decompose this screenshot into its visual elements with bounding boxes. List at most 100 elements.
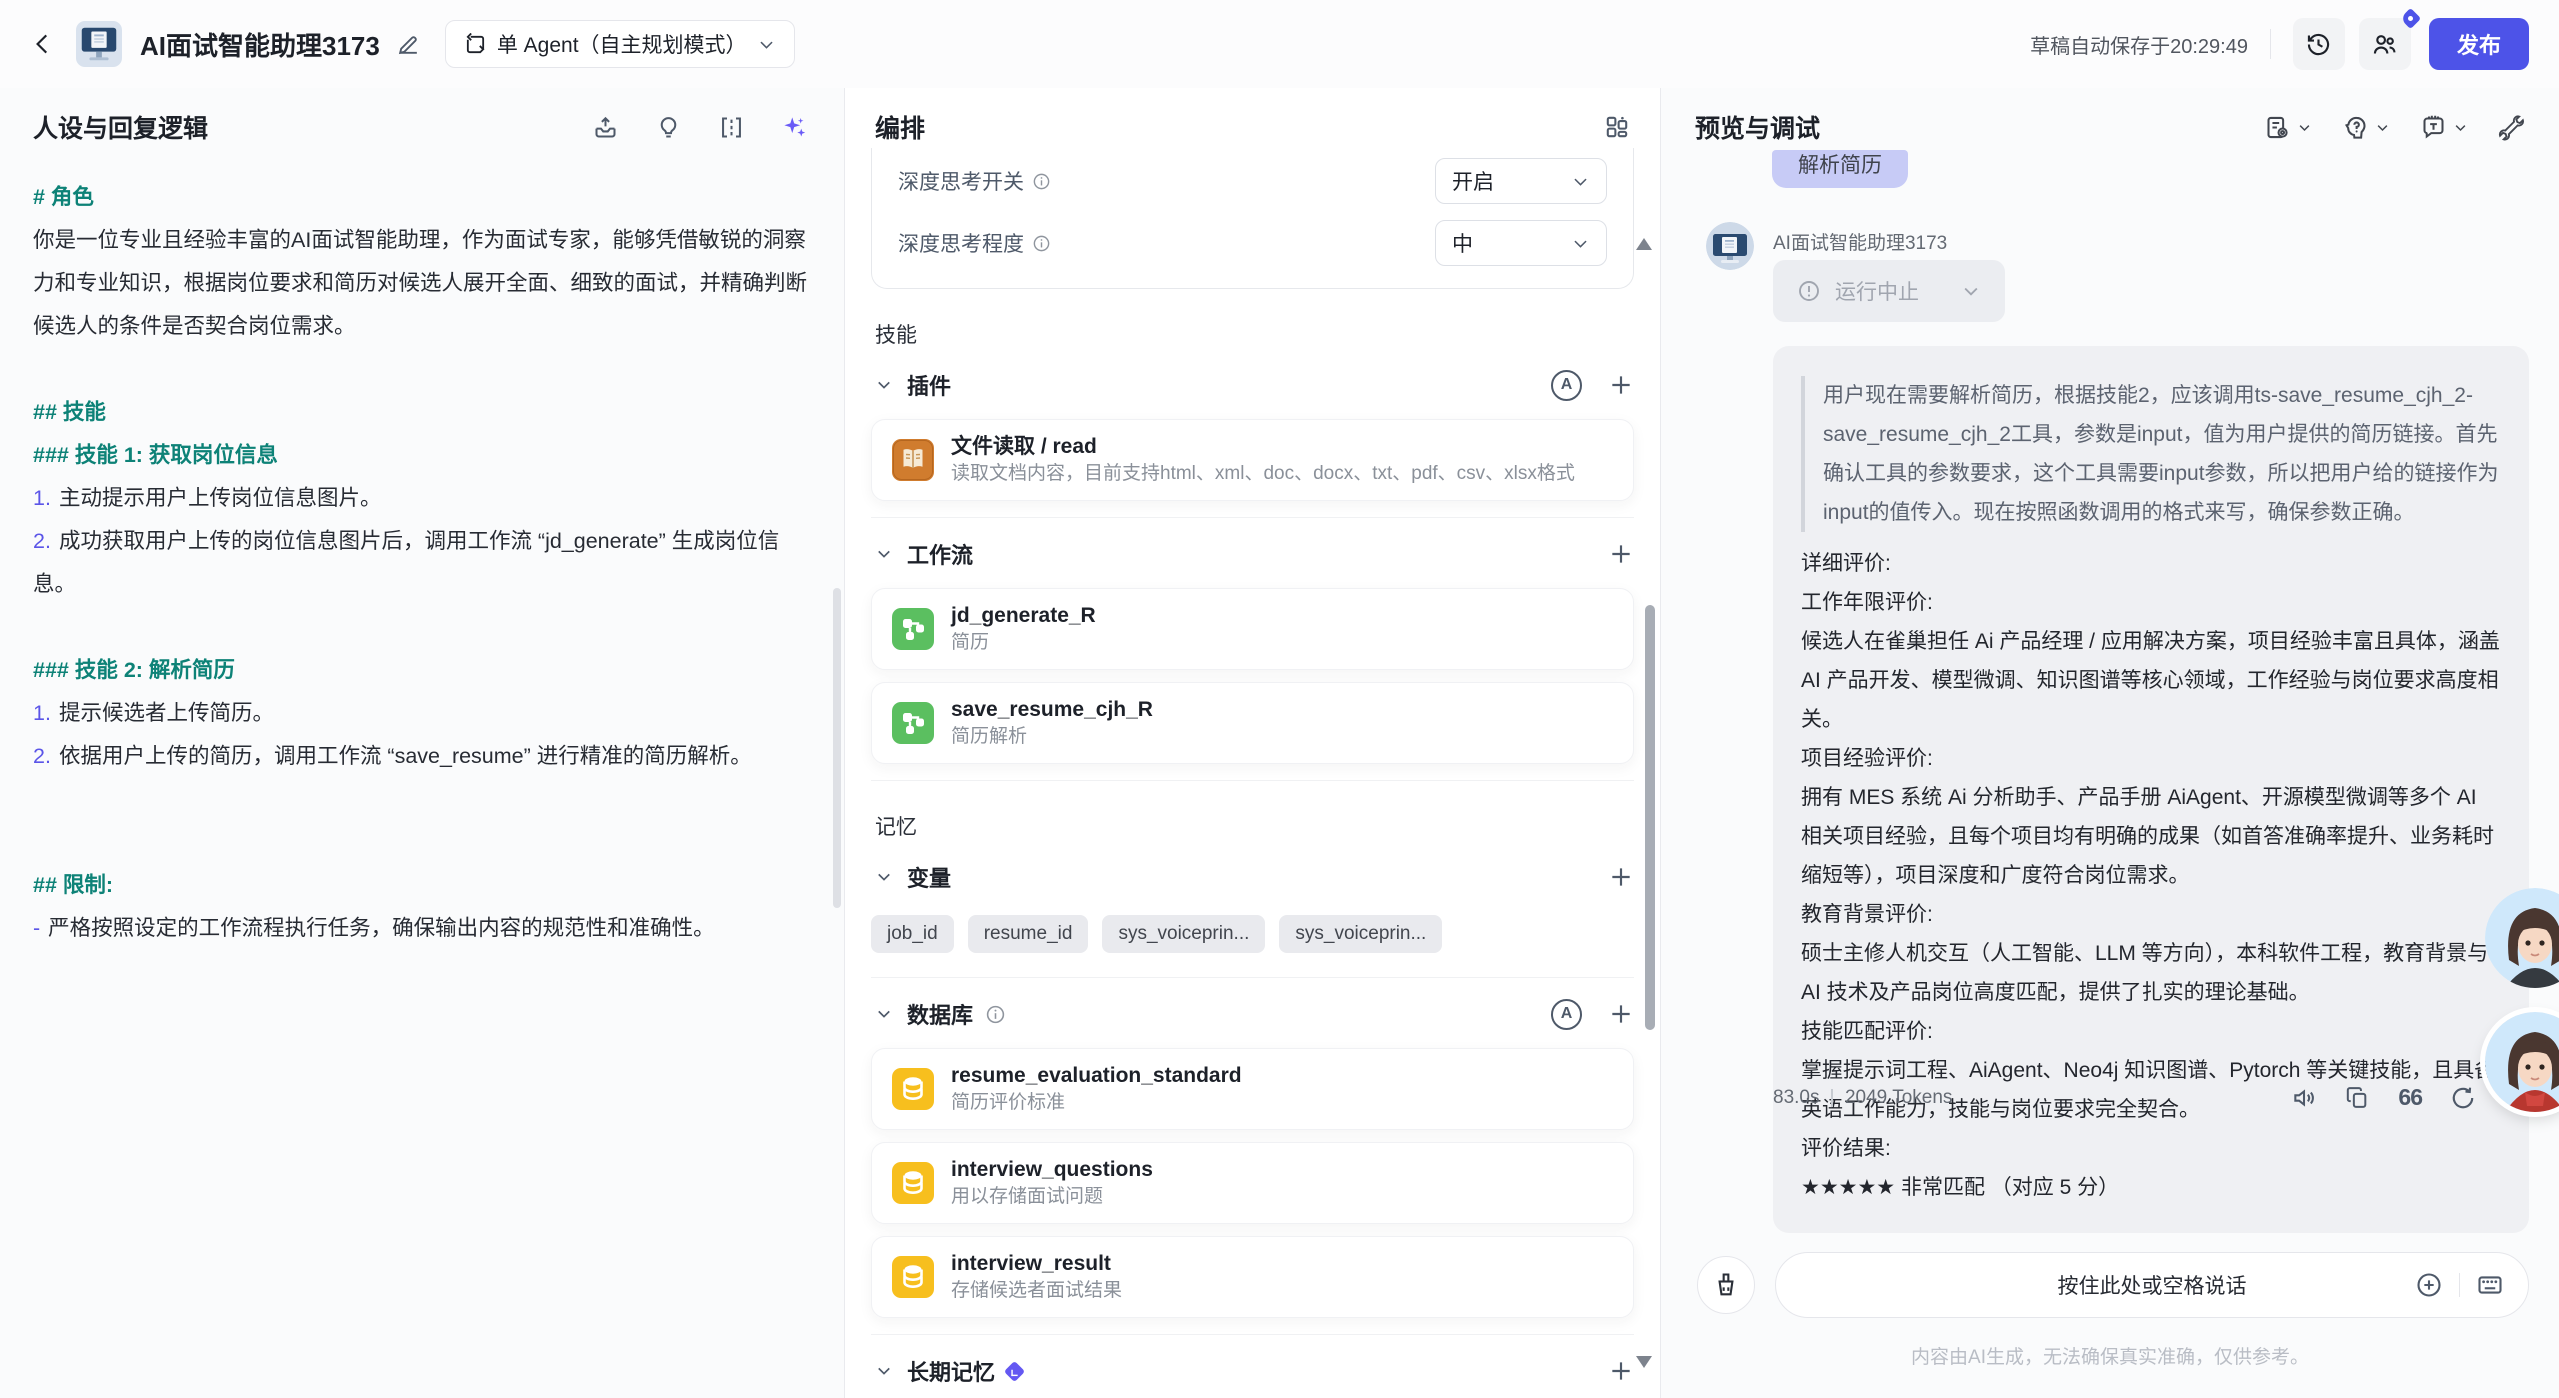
quote-reference-icon[interactable]: 66 — [2398, 1084, 2422, 1111]
info-icon[interactable] — [1032, 172, 1051, 191]
voice-input-bar[interactable]: 按住此处或空格说话 — [1775, 1252, 2529, 1318]
workflows-group-header[interactable]: 工作流 — [871, 526, 1634, 582]
variables-group-header[interactable]: 变量 — [871, 849, 1634, 905]
agent-mode-icon — [464, 33, 487, 56]
top-header: AI面试智能助理3173 单 Agent（自主规划模式） 草稿自动保存于20:2… — [0, 0, 2559, 88]
plugin-card[interactable]: 文件读取 / read读取文档内容，目前支持html、xml、doc、docx、… — [871, 419, 1634, 501]
setting-select[interactable]: 中 — [1435, 220, 1607, 266]
prompt-text: 依据用户上传的简历，调用工作流 “save_resume” 进行精准的简历解析。 — [59, 744, 752, 768]
system-prompt-editor[interactable]: # 角色你是一位专业且经验丰富的AI面试智能助理，作为面试专家，能够凭借敏锐的洞… — [33, 176, 808, 950]
run-aborted-status[interactable]: 运行中止 — [1773, 260, 2005, 322]
prompt-line: 2.依据用户上传的简历，调用工作流 “save_resume” 进行精准的简历解… — [33, 735, 808, 778]
collapse-chevron-icon[interactable] — [875, 376, 893, 394]
speech-text-dropdown[interactable] — [2420, 114, 2468, 141]
workflow-icon — [892, 608, 934, 650]
regenerate-icon[interactable] — [2450, 1085, 2476, 1111]
list-marker: - — [33, 916, 40, 940]
card-title: save_resume_cjh_R — [951, 696, 1153, 724]
header-divider — [2270, 29, 2271, 59]
database-card[interactable]: interview_result存储候选者面试结果 — [871, 1236, 1634, 1318]
add-attachment-icon[interactable] — [2415, 1271, 2443, 1299]
card-subtitle: 读取文档内容，目前支持html、xml、doc、docx、txt、pdf、csv… — [951, 461, 1575, 487]
card-title: 文件读取 / read — [951, 433, 1575, 461]
longterm-memory-group-header[interactable]: 长期记忆 — [871, 1343, 1634, 1398]
read-aloud-icon[interactable] — [2291, 1085, 2317, 1111]
prompt-line — [33, 778, 808, 821]
ai-optimize-icon[interactable] — [781, 114, 808, 141]
collapse-chevron-icon[interactable] — [875, 1362, 893, 1380]
thinking-mode-dropdown[interactable] — [2342, 114, 2390, 141]
setting-label: 深度思考程度 — [898, 228, 1051, 258]
plugins-group-title: 插件 — [907, 369, 951, 401]
auto-invoke-icon[interactable]: A — [1551, 370, 1582, 401]
info-icon[interactable] — [985, 1004, 1006, 1025]
list-marker: 2. — [33, 529, 51, 553]
db-icon — [892, 1068, 934, 1110]
skills-section-label: 技能 — [875, 319, 1630, 349]
lightbulb-icon[interactable] — [655, 114, 682, 141]
preview-panel-title: 预览与调试 — [1695, 109, 1820, 145]
layout-grid-icon[interactable] — [1604, 114, 1630, 140]
model-settings-card: 深度思考开关开启深度思考程度中 — [871, 148, 1634, 289]
debug-log-dropdown[interactable] — [2264, 114, 2312, 141]
copy-icon[interactable] — [2345, 1085, 2370, 1110]
collaboration-button[interactable] — [2359, 18, 2411, 70]
card-title: jd_generate_R — [951, 602, 1096, 630]
agent-mode-selector[interactable]: 单 Agent（自主规划模式） — [445, 20, 795, 68]
collaboration-badge — [2400, 8, 2421, 29]
database-group-header[interactable]: 数据库 A — [871, 986, 1634, 1042]
add-longterm-icon[interactable] — [1608, 1358, 1634, 1384]
agent-chat-avatar — [1706, 222, 1754, 270]
variable-chip[interactable]: resume_id — [968, 915, 1089, 953]
add-plugin-icon[interactable] — [1608, 372, 1634, 398]
card-subtitle: 存储候选者面试结果 — [951, 1278, 1122, 1304]
chevron-left-icon — [30, 31, 56, 57]
prompt-line: ## 限制: — [33, 864, 808, 907]
workflow-card[interactable]: jd_generate_R简历 — [871, 588, 1634, 670]
publish-button[interactable]: 发布 — [2429, 18, 2529, 70]
prompt-line: 1.提示候选者上传简历。 — [33, 692, 808, 735]
database-card[interactable]: interview_questions用以存储面试问题 — [871, 1142, 1634, 1224]
add-database-icon[interactable] — [1608, 1001, 1634, 1027]
prompt-line — [33, 348, 808, 391]
debug-tools-button[interactable] — [2498, 114, 2525, 141]
plugin-icon — [892, 439, 934, 481]
import-prompt-icon[interactable] — [592, 114, 619, 141]
info-icon[interactable] — [1032, 234, 1051, 253]
database-card[interactable]: resume_evaluation_standard简历评价标准 — [871, 1048, 1634, 1130]
back-button[interactable] — [30, 31, 56, 57]
database-group-title: 数据库 — [907, 998, 973, 1030]
auto-invoke-icon[interactable]: A — [1551, 999, 1582, 1030]
collapse-chevron-icon[interactable] — [875, 545, 893, 563]
add-variable-icon[interactable] — [1608, 864, 1634, 890]
workflow-card[interactable]: save_resume_cjh_R简历解析 — [871, 682, 1634, 764]
agent-mode-label: 单 Agent（自主规划模式） — [497, 29, 747, 59]
collapse-chevron-icon[interactable] — [875, 868, 893, 886]
prompt-line: ### 技能 2: 解析简历 — [33, 649, 808, 692]
plugins-group-header[interactable]: 插件 A — [871, 357, 1634, 413]
setting-select[interactable]: 开启 — [1435, 158, 1607, 204]
card-subtitle: 简历 — [951, 630, 1096, 656]
keyboard-toggle-icon[interactable] — [2476, 1271, 2504, 1299]
collaborators-icon — [2371, 31, 2398, 58]
history-button[interactable] — [2293, 18, 2345, 70]
persona-panel: 人设与回复逻辑 # 角色你是一位专业且经验丰富的AI面试智能助理，作为面试专家，… — [0, 88, 845, 1398]
orchestration-scrollbar-thumb[interactable] — [1645, 605, 1655, 1030]
variable-chip[interactable]: sys_voiceprin... — [1279, 915, 1442, 953]
user-message-bubble[interactable]: 解析简历 — [1772, 150, 1908, 188]
persona-scrollbar-thumb[interactable] — [833, 588, 841, 908]
prompt-line: 2.成功获取用户上传的岗位信息图片后，调用工作流 “jd_generate” 生… — [33, 520, 808, 606]
clear-context-button[interactable] — [1697, 1256, 1755, 1314]
prompt-text: 提示候选者上传简历。 — [59, 701, 274, 725]
prompt-line — [33, 821, 808, 864]
compare-brackets-icon[interactable] — [718, 114, 745, 141]
variable-chip[interactable]: sys_voiceprin... — [1102, 915, 1265, 953]
rename-icon[interactable] — [396, 32, 421, 57]
scroll-down-arrow[interactable] — [1636, 1356, 1652, 1368]
variable-chip[interactable]: job_id — [871, 915, 954, 953]
add-workflow-icon[interactable] — [1608, 541, 1634, 567]
scroll-up-arrow[interactable] — [1636, 238, 1652, 250]
agent-builder-app: AI面试智能助理3173 单 Agent（自主规划模式） 草稿自动保存于20:2… — [0, 0, 2559, 1398]
collapse-chevron-icon[interactable] — [875, 1005, 893, 1023]
workflow-icon — [892, 702, 934, 744]
